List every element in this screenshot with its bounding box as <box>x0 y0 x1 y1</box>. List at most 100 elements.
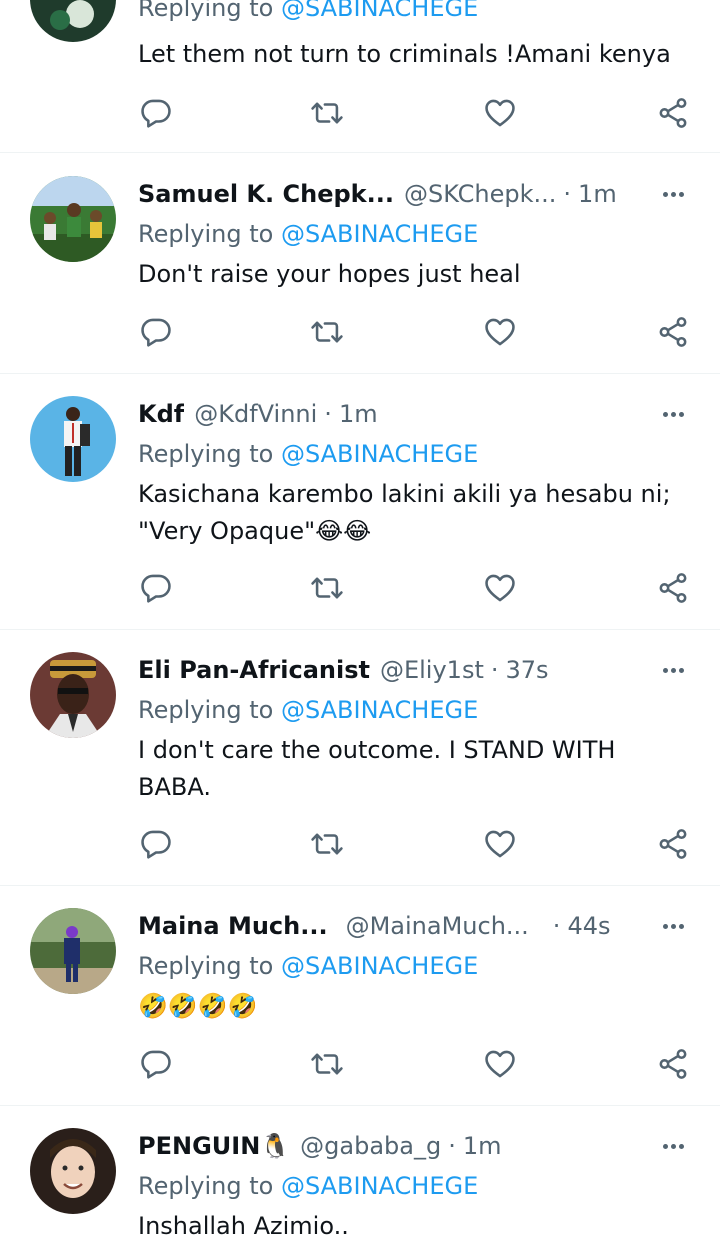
tweet-header: Samuel K. Chepk... @SKChepk... · 1m <box>138 174 690 214</box>
mention-link[interactable]: @SABINACHEGE <box>281 1172 478 1200</box>
reply-button[interactable] <box>136 824 176 864</box>
tweet-text: Let them not turn to criminals !Amani ke… <box>138 40 671 68</box>
separator-dot: · <box>552 912 561 940</box>
tweet-item[interactable]: PENGUIN🐧 @gababa_g · 1m Replying to @SAB… <box>0 1106 720 1258</box>
more-button[interactable] <box>656 1126 690 1166</box>
display-name[interactable]: Kdf <box>138 400 184 428</box>
display-name[interactable]: Maina Much... <box>138 912 328 940</box>
retweet-icon <box>311 833 343 855</box>
tweet-header: Kdf @KdfVinni · 1m <box>138 394 690 434</box>
retweet-button[interactable] <box>307 1044 347 1084</box>
replying-prefix: Replying to <box>138 220 274 248</box>
avatar-image <box>30 0 116 42</box>
share-icon <box>659 1049 687 1079</box>
replying-prefix: Replying to <box>138 1172 274 1200</box>
reply-button[interactable] <box>136 93 176 133</box>
tweet-text: Kasichana karembo lakini akili ya hesabu… <box>138 480 671 545</box>
reply-icon <box>141 1050 171 1079</box>
reply-icon <box>141 318 171 347</box>
like-button[interactable] <box>480 93 520 133</box>
replying-to: Replying to @SABINACHEGE <box>138 952 478 980</box>
tweet-item[interactable]: Eli Pan-Africanist @Eliy1st · 37s Replyi… <box>0 630 720 886</box>
retweet-button[interactable] <box>307 568 347 608</box>
replying-prefix: Replying to <box>138 440 274 468</box>
share-button[interactable] <box>653 1044 693 1084</box>
avatar[interactable] <box>30 0 116 42</box>
like-button[interactable] <box>480 312 520 352</box>
tweet-item[interactable]: Replying to @SABINACHEGE Let them not tu… <box>0 0 720 153</box>
replying-to: Replying to @SABINACHEGE <box>138 696 478 724</box>
tweet-text: 🤣🤣🤣🤣 <box>138 992 258 1020</box>
avatar-image <box>30 396 116 482</box>
replying-prefix: Replying to <box>138 952 274 980</box>
share-button[interactable] <box>653 824 693 864</box>
reply-button[interactable] <box>136 312 176 352</box>
like-icon <box>485 99 515 127</box>
more-icon <box>662 191 668 197</box>
retweet-icon <box>311 1053 343 1075</box>
tweet-item[interactable]: Kdf @KdfVinni · 1m Replying to @SABINACH… <box>0 374 720 630</box>
user-handle[interactable]: @SKChepk... <box>404 180 556 208</box>
more-button[interactable] <box>656 650 690 690</box>
reply-button[interactable] <box>136 568 176 608</box>
more-icon <box>662 411 668 417</box>
display-name[interactable]: Samuel K. Chepk... <box>138 180 394 208</box>
mention-link[interactable]: @SABINACHEGE <box>281 220 478 248</box>
more-icon <box>662 923 668 929</box>
tweet-actions <box>138 93 698 133</box>
user-handle[interactable]: @Eliy1st <box>380 656 484 684</box>
avatar[interactable] <box>30 1128 116 1214</box>
separator-dot: · <box>448 1132 456 1160</box>
like-icon <box>485 1050 515 1078</box>
retweet-button[interactable] <box>307 312 347 352</box>
timestamp[interactable]: 1m <box>578 180 617 208</box>
avatar[interactable] <box>30 176 116 262</box>
share-button[interactable] <box>653 312 693 352</box>
retweet-icon <box>311 102 343 124</box>
retweet-button[interactable] <box>307 824 347 864</box>
mention-link[interactable]: @SABINACHEGE <box>281 0 478 22</box>
like-button[interactable] <box>480 824 520 864</box>
mention-link[interactable]: @SABINACHEGE <box>281 952 478 980</box>
more-button[interactable] <box>656 394 690 434</box>
tweet-text: Inshallah Azimio.. <box>138 1212 349 1240</box>
avatar[interactable] <box>30 908 116 994</box>
display-name[interactable]: PENGUIN🐧 <box>138 1132 290 1160</box>
avatar-image <box>30 652 116 738</box>
share-icon <box>659 829 687 859</box>
share-button[interactable] <box>653 93 693 133</box>
replying-to: Replying to @SABINACHEGE <box>138 440 478 468</box>
like-button[interactable] <box>480 568 520 608</box>
like-icon <box>485 318 515 346</box>
more-button[interactable] <box>656 906 690 946</box>
timestamp[interactable]: 44s <box>567 912 610 940</box>
like-button[interactable] <box>480 1044 520 1084</box>
replying-to: Replying to @SABINACHEGE <box>138 220 478 248</box>
tweet-item[interactable]: Samuel K. Chepk... @SKChepk... · 1m Repl… <box>0 154 720 374</box>
more-button[interactable] <box>656 174 690 214</box>
like-icon <box>485 574 515 602</box>
user-handle[interactable]: @gababa_g <box>300 1132 441 1160</box>
mention-link[interactable]: @SABINACHEGE <box>281 440 478 468</box>
avatar-image <box>30 1128 116 1214</box>
retweet-button[interactable] <box>307 93 347 133</box>
user-handle[interactable]: @KdfVinni <box>194 400 317 428</box>
timestamp[interactable]: 37s <box>506 656 549 684</box>
separator-dot: · <box>324 400 332 428</box>
reply-button[interactable] <box>136 1044 176 1084</box>
timestamp[interactable]: 1m <box>463 1132 502 1160</box>
share-button[interactable] <box>653 568 693 608</box>
tweet-header: Eli Pan-Africanist @Eliy1st · 37s <box>138 650 690 690</box>
tweet-header: PENGUIN🐧 @gababa_g · 1m <box>138 1126 690 1166</box>
reply-icon <box>141 830 171 859</box>
avatar[interactable] <box>30 652 116 738</box>
avatar[interactable] <box>30 396 116 482</box>
mention-link[interactable]: @SABINACHEGE <box>281 696 478 724</box>
share-icon <box>659 573 687 603</box>
tweet-item[interactable]: Maina Much... @MainaMuch... · 44s Replyi… <box>0 886 720 1106</box>
tweet-text: I don't care the outcome. I STAND WITH B… <box>138 736 616 801</box>
display-name[interactable]: Eli Pan-Africanist <box>138 656 370 684</box>
timestamp[interactable]: 1m <box>339 400 378 428</box>
user-handle[interactable]: @MainaMuch... <box>346 912 529 940</box>
tweet-actions <box>138 312 698 352</box>
